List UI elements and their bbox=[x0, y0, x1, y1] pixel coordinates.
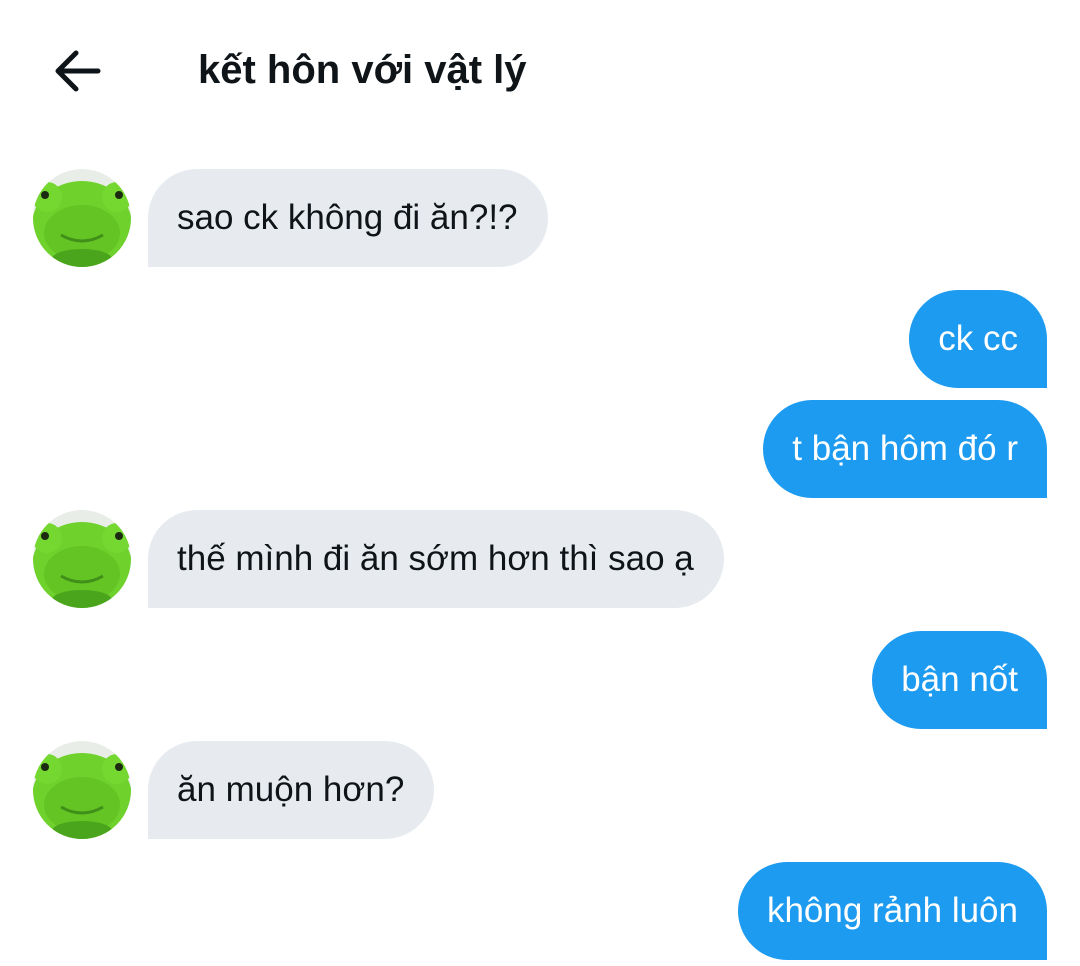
incoming-message[interactable]: sao ck không đi ăn?!? bbox=[148, 169, 548, 267]
outgoing-message[interactable]: bận nốt bbox=[872, 631, 1047, 729]
outgoing-message[interactable]: t bận hôm đó r bbox=[763, 400, 1047, 498]
conversation-header: kết hôn với vật lý bbox=[0, 0, 1080, 140]
arrow-left-icon bbox=[55, 50, 101, 92]
frog-avatar-icon bbox=[33, 741, 131, 839]
contact-avatar[interactable] bbox=[33, 169, 131, 267]
outgoing-message[interactable]: không rảnh luôn bbox=[737, 862, 1047, 960]
conversation-title: kết hôn với vật lý bbox=[198, 48, 527, 92]
outgoing-message[interactable]: ck cc bbox=[909, 290, 1047, 388]
frog-avatar-icon bbox=[33, 510, 131, 608]
contact-avatar[interactable] bbox=[33, 510, 131, 608]
back-button[interactable] bbox=[46, 40, 108, 102]
incoming-message[interactable]: ăn muộn hơn? bbox=[148, 741, 435, 839]
frog-avatar-icon bbox=[33, 169, 131, 267]
incoming-message[interactable]: thế mình đi ăn sớm hơn thì sao ạ bbox=[148, 510, 724, 608]
contact-avatar[interactable] bbox=[33, 741, 131, 839]
